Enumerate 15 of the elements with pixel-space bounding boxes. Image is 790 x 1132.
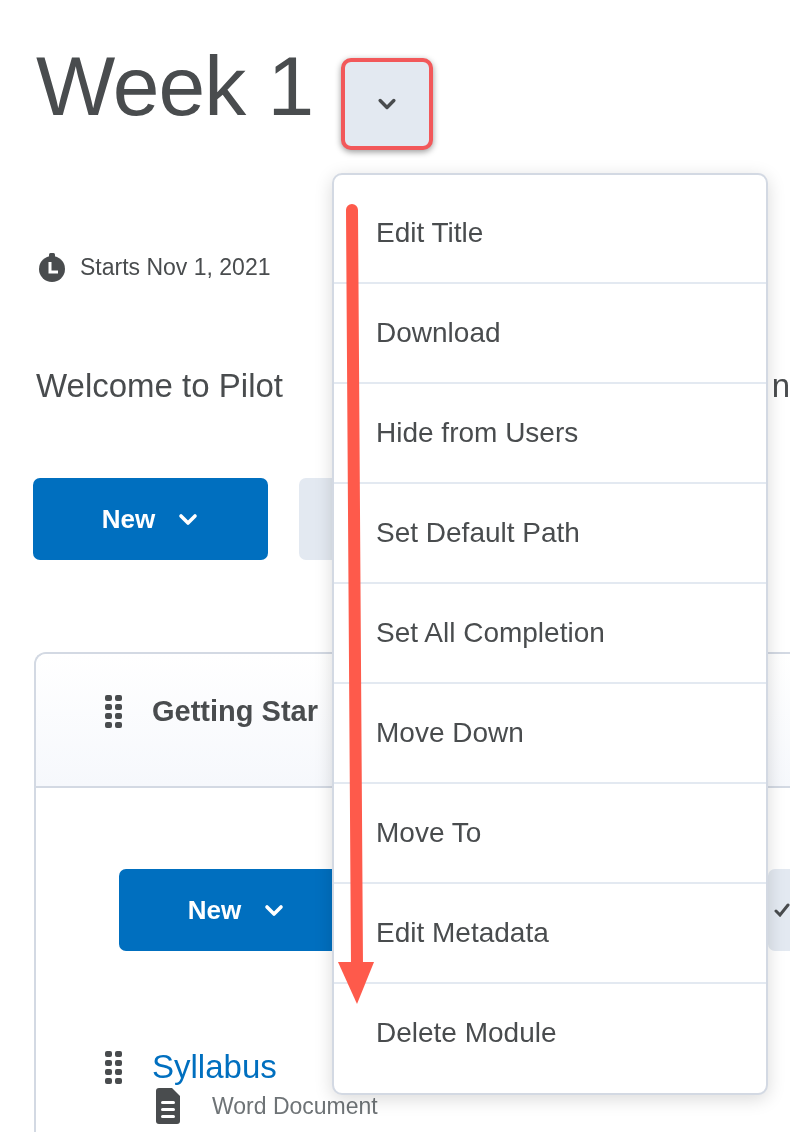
description-text: Welcome to Pilot [36, 367, 283, 405]
menu-item[interactable]: Set All Completion [334, 584, 766, 684]
item-type: Word Document [212, 1092, 378, 1120]
menu-item[interactable]: Move Down [334, 684, 766, 784]
menu-item[interactable]: Move To [334, 784, 766, 884]
start-date: Starts Nov 1, 2021 [80, 253, 271, 281]
page-title: Week 1 [36, 38, 314, 135]
menu-item[interactable]: Download [334, 284, 766, 384]
description-text: n [771, 367, 790, 405]
menu-item[interactable]: Edit Title [334, 184, 766, 284]
menu-item[interactable]: Hide from Users [334, 384, 766, 484]
menu-item[interactable]: Set Default Path [334, 484, 766, 584]
new-button[interactable]: New [33, 478, 268, 560]
module-title: Getting Star [152, 694, 318, 728]
menu-item[interactable]: Delete Module [334, 984, 766, 1084]
